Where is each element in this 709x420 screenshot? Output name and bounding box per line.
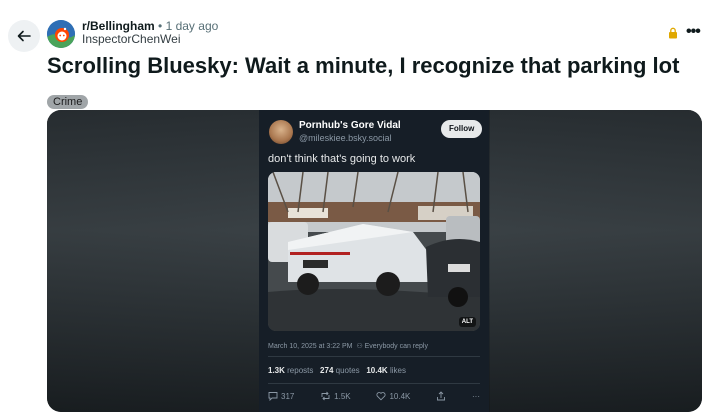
reply-icon: [268, 392, 278, 401]
post-time: 1 day ago: [165, 19, 219, 33]
locked-indicator: [668, 26, 678, 44]
share-icon: [437, 391, 446, 401]
subreddit-avatar[interactable]: [47, 20, 75, 48]
tweet-like-action: 10.4K: [376, 391, 410, 401]
back-arrow-icon: [17, 30, 31, 42]
post-meta: r/Bellingham • 1 day ago InspectorChenWe…: [82, 20, 218, 46]
reply-count: 317: [281, 391, 295, 401]
tweet-date: March 10, 2025 at 3:22 PM: [268, 343, 353, 350]
embedded-bluesky-post: Pornhub's Gore Vidal @mileskiee.bsky.soc…: [259, 110, 489, 412]
media-blur-right: [490, 110, 702, 412]
likes-label: likes: [389, 366, 406, 375]
tweet-share-action: [436, 391, 446, 401]
tweet-stats: 1.3K reposts 274 quotes 10.4K likes: [268, 366, 406, 375]
repost-count: 1.5K: [334, 391, 351, 401]
tweet-repost-action: 1.5K: [320, 391, 351, 401]
tweet-photo: ALT: [268, 172, 480, 331]
tweet-reply-action: 317: [268, 391, 294, 401]
quotes-count: 274: [320, 366, 334, 375]
tweet-date-line: March 10, 2025 at 3:22 PM ⚇ Everybody ca…: [268, 342, 428, 350]
reposts-count: 1.3K: [268, 366, 285, 375]
subreddit-link[interactable]: r/Bellingham: [82, 19, 155, 33]
tweet-more-action: ···: [471, 391, 480, 401]
subreddit-avatar-icon: [47, 20, 75, 48]
tweet-divider: [268, 356, 480, 357]
more-options-button[interactable]: •••: [686, 23, 701, 41]
post-title: Scrolling Bluesky: Wait a minute, I reco…: [47, 53, 680, 78]
post-flair[interactable]: Crime: [47, 95, 89, 109]
media-blur-left: [47, 110, 259, 412]
author-link[interactable]: InspectorChenWei: [82, 33, 218, 46]
tweet-display-name: Pornhub's Gore Vidal: [299, 120, 401, 131]
tweet-follow-button: Follow: [441, 120, 483, 138]
meta-separator: •: [158, 19, 163, 33]
like-count: 10.4K: [389, 391, 411, 401]
people-icon: ⚇: [354, 343, 365, 350]
reposts-label: reposts: [287, 366, 314, 375]
reply-scope: Everybody can reply: [364, 343, 428, 350]
tweet-avatar: [269, 120, 293, 144]
tweet-handle: @mileskiee.bsky.social: [299, 133, 392, 143]
quotes-label: quotes: [335, 366, 360, 375]
tweet-text: don't think that's going to work: [268, 153, 416, 165]
lock-icon: [669, 27, 677, 39]
likes-count: 10.4K: [366, 366, 388, 375]
tweet-actions: 317 1.5K 10.4K ···: [268, 391, 480, 401]
back-button[interactable]: [8, 20, 40, 52]
alt-text-badge: ALT: [458, 317, 476, 327]
more-options-icon: •••: [686, 23, 701, 40]
heart-icon: [376, 392, 386, 401]
cybertruck-photo-illustration: [268, 172, 480, 331]
post-media[interactable]: Pornhub's Gore Vidal @mileskiee.bsky.soc…: [47, 110, 702, 412]
tweet-divider: [268, 383, 480, 384]
repost-icon: [321, 391, 330, 401]
